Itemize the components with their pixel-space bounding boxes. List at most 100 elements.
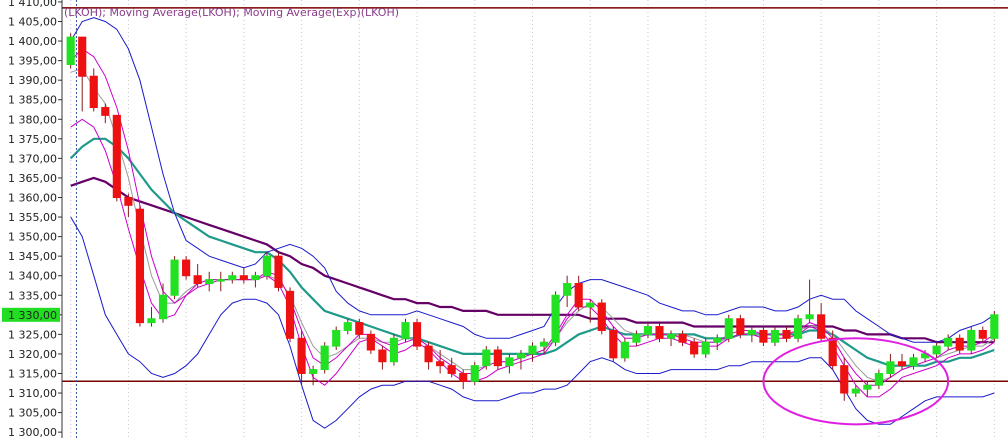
candle-body xyxy=(828,337,837,367)
candle-body xyxy=(736,318,745,335)
candle-body xyxy=(343,322,352,331)
candle-body xyxy=(724,318,733,339)
candle-body xyxy=(782,329,791,339)
candle-body xyxy=(332,329,341,347)
tick-label: 1 370,00 xyxy=(8,152,57,165)
candle-body xyxy=(424,345,433,363)
candle-body xyxy=(112,114,121,198)
candle-body xyxy=(193,275,202,285)
legend-text: (LKOH); Moving Average(LKOH); Moving Ave… xyxy=(64,6,399,19)
candle-body xyxy=(990,314,999,339)
tick-label: 1 345,00 xyxy=(8,250,57,263)
candle-body xyxy=(643,326,653,335)
candle-body xyxy=(239,275,248,281)
tick-label: 1 390,00 xyxy=(8,74,57,87)
candle-body xyxy=(851,388,860,394)
candlestick-chart: 1 410,00 1 405,00 1 400,00 1 395,00 1 390,00… xyxy=(0,0,1008,438)
tick-label: 1 340,00 xyxy=(8,270,57,283)
candle-body xyxy=(609,329,618,359)
candle-body xyxy=(285,290,295,339)
candle-body xyxy=(967,329,976,351)
tick-label: 1 305,00 xyxy=(8,407,57,420)
candle-body xyxy=(482,349,491,367)
candle-body xyxy=(182,259,191,277)
candle-body xyxy=(470,365,479,382)
candle-body xyxy=(493,349,502,367)
tick-label: 1 405,00 xyxy=(8,16,57,29)
candle-body xyxy=(793,318,803,339)
last-price-label: 1 330,00 xyxy=(8,309,57,322)
y-axis: 1 410,00 1 405,00 1 400,00 1 395,00 1 390,00… xyxy=(0,0,63,438)
candle-body xyxy=(701,341,710,355)
candle-body xyxy=(505,357,514,367)
candle-body xyxy=(909,357,918,367)
tick-label: 1 360,00 xyxy=(8,191,57,204)
candle-body xyxy=(586,302,595,308)
candle-body xyxy=(539,341,549,347)
tick-label: 1 325,00 xyxy=(8,328,57,341)
candle-body xyxy=(563,283,572,296)
candle-body xyxy=(412,322,422,347)
candle-body xyxy=(436,361,445,367)
tick-label: 1 350,00 xyxy=(8,231,57,244)
tick-label: 1 380,00 xyxy=(8,113,57,126)
candle-body xyxy=(66,36,75,66)
candle-body xyxy=(747,329,756,335)
candle-body xyxy=(897,361,907,367)
candle-body xyxy=(678,333,687,343)
candle-body xyxy=(840,365,849,394)
candle-body xyxy=(320,345,329,371)
candle-body xyxy=(251,275,260,281)
candle-body xyxy=(770,329,780,343)
candle-body xyxy=(158,294,168,320)
candle-body xyxy=(620,341,629,359)
candle-body xyxy=(147,318,156,324)
candle-body xyxy=(228,275,237,281)
candle-body xyxy=(955,337,964,351)
candle-body xyxy=(666,333,676,339)
candle-body xyxy=(262,255,272,277)
candle-body xyxy=(713,337,722,343)
candle-body xyxy=(632,333,641,343)
candle-body xyxy=(124,196,133,206)
candle-body xyxy=(216,279,225,282)
tick-label: 1 300,00 xyxy=(8,426,57,438)
tick-label: 1 410,00 xyxy=(8,0,57,9)
tick-label: 1 365,00 xyxy=(8,172,57,185)
candle-body xyxy=(274,255,283,288)
candle-body xyxy=(170,259,179,296)
candle-body xyxy=(805,314,814,320)
tick-label: 1 315,00 xyxy=(8,367,57,380)
candle-body xyxy=(101,107,110,116)
tick-label: 1 395,00 xyxy=(8,55,57,68)
candle-body xyxy=(886,361,895,374)
plot-background xyxy=(0,0,1008,438)
candle-body xyxy=(528,345,537,355)
candle-body xyxy=(366,333,375,351)
candle-body xyxy=(863,384,872,390)
candle-body xyxy=(355,322,364,335)
candle-body xyxy=(378,349,387,363)
candle-body xyxy=(574,283,583,308)
candle-body xyxy=(89,75,98,109)
candle-body xyxy=(78,36,87,77)
tick-label: 1 385,00 xyxy=(8,94,57,107)
tick-label: 1 310,00 xyxy=(8,387,57,400)
candle-body xyxy=(817,314,826,339)
candle-body xyxy=(309,369,318,374)
candle-body xyxy=(597,302,606,331)
tick-label: 1 355,00 xyxy=(8,211,57,224)
tick-label: 1 400,00 xyxy=(8,35,57,48)
candle-body xyxy=(690,341,699,355)
candle-body xyxy=(932,345,941,355)
tick-label: 1 320,00 xyxy=(8,348,57,361)
tick-label: 1 375,00 xyxy=(8,133,57,146)
candle-body xyxy=(205,279,214,285)
candle-body xyxy=(401,322,410,339)
tick-label: 1 335,00 xyxy=(8,289,57,302)
candle-body xyxy=(516,353,526,359)
candle-body xyxy=(759,329,768,343)
candle-body xyxy=(389,337,399,363)
candle-body xyxy=(874,372,883,386)
candle-body xyxy=(655,326,664,339)
